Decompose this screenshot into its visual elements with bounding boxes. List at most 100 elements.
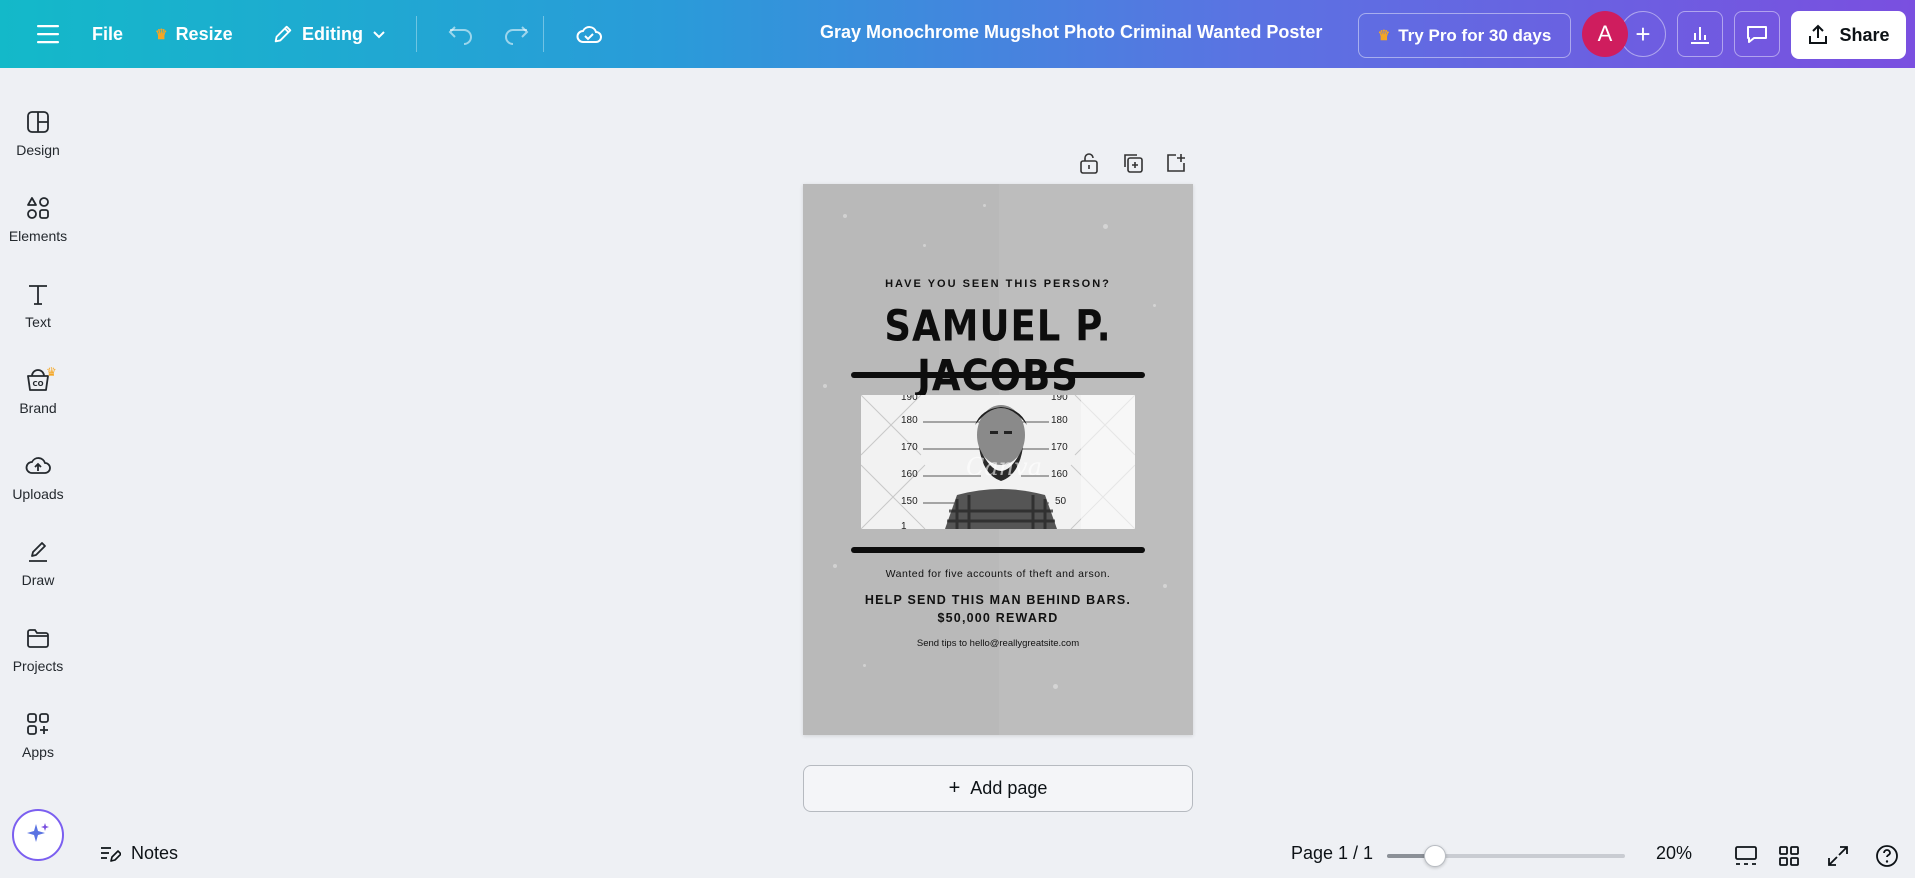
toolbar-divider [416, 16, 417, 52]
hamburger-icon [37, 25, 59, 44]
brush-stroke-divider [851, 372, 1145, 378]
save-status-button[interactable] [563, 12, 615, 56]
texture-speck [843, 214, 847, 218]
projects-icon [27, 629, 49, 648]
main-menu-button[interactable] [25, 12, 73, 56]
height-mark-left: 190 [901, 395, 918, 403]
brush-stroke-divider [851, 547, 1145, 553]
design-page-poster[interactable]: HAVE YOU SEEN THIS PERSON? SAMUEL P. JAC… [803, 184, 1193, 735]
svg-text:CO: CO [32, 380, 43, 388]
plus-icon: + [1635, 18, 1651, 49]
sidebar-item-draw[interactable]: Draw [0, 526, 76, 606]
share-label: Share [1839, 24, 1890, 45]
bar-chart-icon [1691, 27, 1709, 44]
sidebar-item-elements[interactable]: Elements [0, 182, 76, 262]
height-mark-right: 160 [1051, 469, 1068, 480]
uploads-icon [25, 457, 51, 474]
try-pro-button[interactable]: ♛ Try Pro for 30 days [1358, 13, 1571, 58]
height-mark-right: 190 [1051, 395, 1068, 403]
zoom-level[interactable]: 20% [1656, 843, 1692, 864]
notes-label: Notes [131, 843, 179, 863]
zoom-slider[interactable] [1387, 845, 1625, 867]
lock-page-button[interactable] [1076, 150, 1102, 176]
editing-mode-dropdown[interactable]: Editing [260, 12, 399, 56]
expand-icon [1828, 846, 1848, 866]
sidebar-item-design[interactable]: Design [0, 96, 76, 176]
insights-button[interactable] [1677, 11, 1723, 57]
duplicate-page-button[interactable] [1120, 150, 1146, 176]
mugshot-photo: 190 180 170 160 150 1 190 180 170 160 50… [861, 395, 1135, 529]
design-icon [27, 111, 49, 133]
zoom-slider-thumb[interactable] [1424, 845, 1446, 867]
poster-kicker: HAVE YOU SEEN THIS PERSON? [885, 278, 1111, 290]
notes-button[interactable]: Notes [99, 843, 178, 864]
plus-icon: + [948, 777, 961, 799]
page-indicator[interactable]: Page 1 / 1 [1291, 843, 1373, 864]
avatar[interactable]: A [1582, 11, 1628, 57]
height-mark-left: 170 [901, 442, 918, 453]
cloud-check-icon [576, 26, 602, 43]
sidebar-item-uploads[interactable]: Uploads [0, 440, 76, 520]
share-upload-icon [1809, 24, 1828, 44]
texture-speck [923, 244, 926, 247]
try-pro-label: Try Pro for 30 days [1398, 25, 1552, 45]
sidebar-item-brand[interactable]: ♛ CO Brand [0, 354, 76, 434]
canva-watermark: Canva [966, 453, 1042, 481]
apps-icon [27, 713, 49, 735]
height-mark-left: 180 [901, 415, 918, 426]
sidebar-item-text[interactable]: Text [0, 268, 76, 348]
notes-icon [101, 846, 121, 862]
resize-label: Resize [175, 23, 233, 44]
share-button[interactable]: Share [1791, 11, 1906, 59]
redo-icon [505, 26, 529, 45]
pages-view-button[interactable] [1733, 843, 1759, 869]
help-icon [1876, 845, 1898, 867]
lock-icon [1080, 153, 1098, 174]
texture-speck [863, 664, 866, 667]
pencil-icon [274, 25, 292, 43]
sidebar-item-label: Design [16, 142, 60, 158]
height-mark-right: 50 [1055, 496, 1067, 507]
crown-icon: ♛ [1377, 27, 1391, 43]
sidebar-item-label: Draw [21, 572, 55, 588]
document-title[interactable]: Gray Monochrome Mugshot Photo Criminal W… [820, 22, 1322, 43]
crown-icon: ♛ [46, 365, 57, 379]
sidebar-item-label: Projects [12, 658, 64, 674]
file-label: File [92, 23, 124, 44]
add-page-icon-button[interactable] [1163, 150, 1189, 176]
comments-button[interactable] [1734, 11, 1780, 57]
redo-button[interactable] [491, 12, 541, 56]
resize-button[interactable]: ♛ Resize [143, 12, 245, 56]
add-page-button[interactable]: + Add page [803, 765, 1193, 812]
pages-view-icon [1735, 846, 1757, 865]
magic-assistant-button[interactable] [12, 809, 64, 861]
toolbar-divider [543, 16, 544, 52]
file-menu-button[interactable]: File [80, 12, 135, 56]
texture-speck [1103, 224, 1108, 229]
sidebar-item-projects[interactable]: Projects [0, 612, 76, 692]
top-toolbar: File ♛ Resize Editing Gray Monochrome Mu… [0, 0, 1915, 68]
draw-icon [29, 542, 47, 562]
height-mark-left: 1 [901, 521, 907, 529]
left-sidebar: Design Elements Text ♛ CO Brand Uploads … [0, 68, 76, 878]
chevron-down-icon [373, 31, 385, 39]
sidebar-item-apps[interactable]: Apps [0, 698, 76, 778]
editing-label: Editing [302, 23, 363, 44]
poster-reward-line: $50,000 REWARD [937, 611, 1059, 625]
grid-view-button[interactable] [1776, 843, 1802, 869]
crown-icon: ♛ [155, 25, 168, 42]
texture-speck [1053, 684, 1058, 689]
sidebar-item-label: Elements [8, 228, 68, 244]
help-button[interactable] [1874, 843, 1900, 869]
height-mark-left: 150 [901, 496, 918, 507]
grid-view-icon [1779, 846, 1799, 866]
fullscreen-button[interactable] [1825, 843, 1851, 869]
texture-speck [983, 204, 986, 207]
undo-button[interactable] [436, 12, 486, 56]
sidebar-item-label: Apps [22, 744, 54, 760]
undo-icon [448, 26, 472, 45]
poster-name-heading: SAMUEL P. JACOBS [884, 301, 1112, 401]
height-mark-right: 180 [1051, 415, 1068, 426]
poster-help-line: HELP SEND THIS MAN BEHIND BARS. [864, 593, 1132, 607]
sidebar-item-label: Uploads [12, 486, 64, 502]
